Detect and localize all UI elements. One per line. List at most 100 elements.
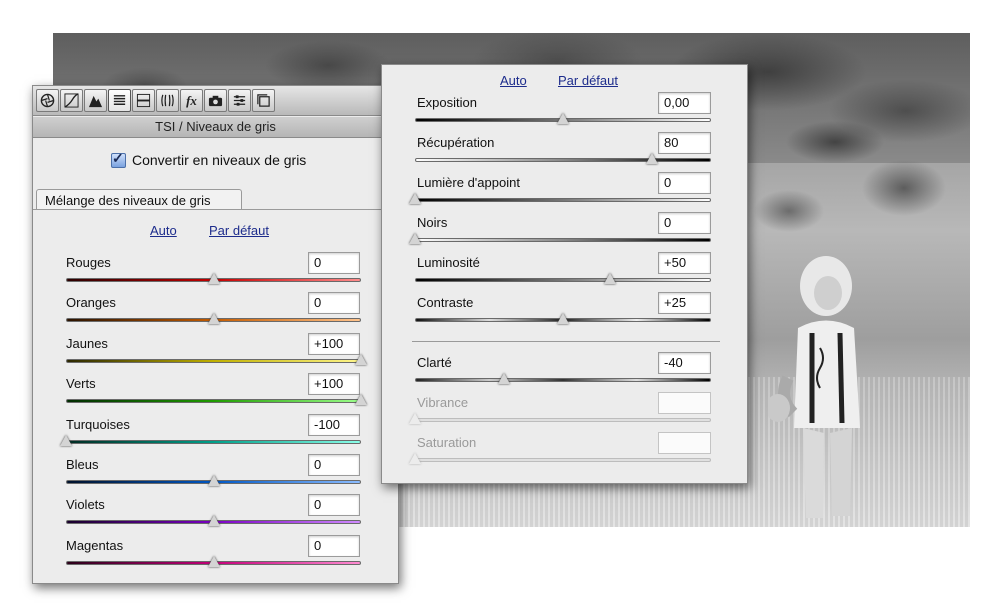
default-link[interactable]: Par défaut	[558, 73, 618, 88]
slider-thumb[interactable]	[355, 394, 367, 406]
slider-value-field[interactable]: 0,00	[658, 92, 711, 114]
convert-grayscale-label: Convertir en niveaux de gris	[132, 152, 307, 168]
auto-link[interactable]: Auto	[500, 73, 527, 88]
aperture-icon[interactable]	[36, 89, 59, 112]
slider-thumb[interactable]	[557, 313, 569, 324]
slider-bleus: Bleus 0	[33, 454, 398, 497]
tab-grayscale-mix[interactable]: Mélange des niveaux de gris	[36, 189, 242, 210]
slider-track[interactable]	[415, 198, 711, 202]
slider-thumb[interactable]	[355, 353, 367, 365]
hsl-icon[interactable]	[108, 89, 131, 112]
slider-value-field[interactable]: 0	[308, 534, 360, 557]
tab-divider	[33, 209, 398, 210]
slider-value-field[interactable]: -40	[658, 352, 711, 374]
slider-value-field[interactable]: 0	[308, 494, 360, 517]
lens-corrections-icon[interactable]	[156, 89, 179, 112]
slider-thumb[interactable]	[497, 373, 510, 384]
slider-track[interactable]	[415, 378, 711, 382]
slider-label: Rouges	[66, 255, 111, 270]
slider-thumb	[409, 413, 421, 424]
slider-value-field[interactable]: 80	[658, 132, 711, 154]
slider-verts: Verts +100	[33, 373, 398, 416]
slider-label: Verts	[66, 376, 96, 392]
snapshots-icon[interactable]	[252, 89, 275, 112]
slider-value-field[interactable]: +100	[308, 332, 360, 355]
slider-thumb[interactable]	[207, 555, 220, 567]
slider-thumb[interactable]	[409, 233, 421, 244]
slider-lumiere-d-appoint: Lumière d'appoint 0	[382, 172, 747, 215]
slider-value-field	[658, 432, 711, 454]
slider-label: Violets	[66, 497, 105, 513]
slider-value-field[interactable]: 0	[308, 292, 360, 315]
slider-value-field[interactable]: +50	[658, 252, 711, 274]
slider-value-field[interactable]: -100	[308, 413, 360, 436]
slider-luminosite: Luminosité +50	[382, 252, 747, 295]
slider-noirs: Noirs 0	[382, 212, 747, 255]
slider-track[interactable]	[415, 238, 711, 242]
slider-label: Luminosité	[417, 255, 480, 270]
slider-thumb[interactable]	[207, 273, 220, 284]
convert-grayscale-checkbox[interactable]	[111, 150, 126, 168]
slider-jaunes: Jaunes +100	[33, 332, 398, 376]
slider-label: Exposition	[417, 95, 477, 110]
slider-clarte: Clarté -40	[382, 352, 747, 395]
presets-icon[interactable]	[228, 89, 251, 112]
slider-value-field[interactable]: 0	[658, 172, 711, 194]
slider-rouges: Rouges 0	[33, 252, 398, 295]
section-divider	[412, 341, 720, 342]
slider-value-field	[658, 392, 711, 414]
slider-track[interactable]	[415, 158, 711, 162]
slider-thumb[interactable]	[207, 313, 220, 325]
slider-thumb[interactable]	[645, 153, 658, 164]
slider-track[interactable]	[66, 399, 361, 404]
panel-toolbar: fx	[33, 86, 398, 116]
slider-label: Lumière d'appoint	[417, 175, 520, 190]
slider-thumb[interactable]	[604, 273, 617, 284]
slider-exposition: Exposition 0,00	[382, 92, 747, 135]
slider-oranges: Oranges 0	[33, 292, 398, 335]
slider-track[interactable]	[66, 358, 361, 363]
slider-value-field[interactable]: 0	[308, 454, 360, 476]
default-link[interactable]: Par défaut	[209, 223, 269, 238]
slider-label: Saturation	[417, 435, 477, 450]
slider-thumb[interactable]	[60, 434, 72, 446]
slider-track[interactable]	[66, 439, 361, 444]
slider-label: Clarté	[417, 355, 452, 370]
slider-label: Contraste	[417, 295, 474, 310]
slider-label: Récupération	[417, 135, 495, 150]
slider-thumb[interactable]	[409, 193, 421, 204]
slider-thumb[interactable]	[207, 475, 220, 486]
slider-value-field[interactable]: 0	[658, 212, 711, 234]
basic-adjustments-panel: Auto Par défaut Exposition 0,00 Récupérati…	[381, 64, 748, 484]
slider-magentas: Magentas 0	[33, 534, 398, 578]
slider-value-field[interactable]: 0	[308, 252, 360, 274]
slider-track	[415, 418, 711, 422]
slider-track[interactable]	[415, 278, 711, 282]
convert-grayscale-option[interactable]: Convertir en niveaux de gris	[111, 150, 307, 168]
split-toning-icon[interactable]	[132, 89, 155, 112]
slider-label: Turquoises	[66, 416, 130, 432]
slider-value-field[interactable]: +25	[658, 292, 711, 314]
slider-violets: Violets 0	[33, 494, 398, 537]
photo-child	[768, 256, 860, 518]
camera-calibration-icon[interactable]	[204, 89, 227, 112]
detail-icon[interactable]	[84, 89, 107, 112]
slider-saturation: Saturation	[382, 432, 747, 475]
slider-track	[415, 458, 711, 462]
slider-label: Bleus	[66, 457, 99, 472]
slider-vibrance: Vibrance	[382, 392, 747, 435]
auto-link[interactable]: Auto	[150, 223, 177, 238]
slider-label: Magentas	[66, 537, 124, 553]
slider-label: Noirs	[417, 215, 448, 230]
grayscale-panel: fx TSI / Niveaux de gris Convertir en ni…	[32, 85, 399, 584]
slider-turquoises: Turquoises -100	[33, 413, 398, 457]
tone-curve-icon[interactable]	[60, 89, 83, 112]
slider-thumb	[409, 453, 421, 464]
slider-label: Jaunes	[66, 335, 108, 351]
slider-value-field[interactable]: +100	[308, 373, 360, 396]
slider-label: Vibrance	[417, 395, 469, 410]
effects-icon[interactable]: fx	[180, 89, 203, 112]
slider-thumb[interactable]	[557, 113, 569, 124]
slider-thumb[interactable]	[207, 515, 220, 527]
panel-title: TSI / Niveaux de gris	[33, 117, 398, 138]
